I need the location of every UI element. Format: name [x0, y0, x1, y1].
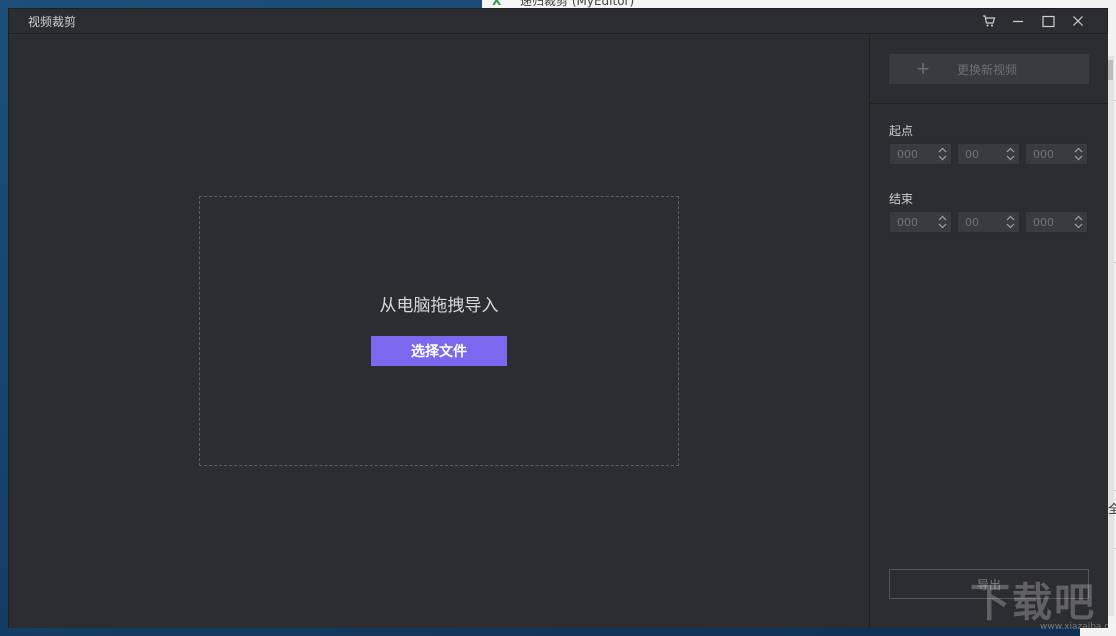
- end-seconds-spinner[interactable]: [1025, 211, 1088, 233]
- background-text-fragment: 全: [1108, 502, 1116, 516]
- minimize-button[interactable]: [1003, 9, 1033, 33]
- close-icon: [1072, 15, 1084, 27]
- start-seconds-spinner[interactable]: [1025, 143, 1088, 165]
- watermark-logo: 下载吧: [970, 580, 1096, 626]
- replace-video-button[interactable]: + 更换新视频: [889, 54, 1089, 84]
- start-hours-spinner[interactable]: [889, 143, 952, 165]
- end-label: 结束: [889, 192, 914, 206]
- background-window-title: 递归裁剪 (MyEditor): [520, 0, 635, 8]
- minimize-icon: [1012, 15, 1024, 27]
- spinner-arrows-icon[interactable]: [938, 215, 947, 229]
- start-minutes-input[interactable]: [958, 144, 1009, 164]
- maximize-icon: [1041, 15, 1055, 28]
- end-seconds-input[interactable]: [1026, 212, 1077, 232]
- file-drop-zone[interactable]: 从电脑拖拽导入 选择文件: [199, 196, 679, 466]
- spinner-arrows-icon[interactable]: [1006, 215, 1015, 229]
- start-seconds-input[interactable]: [1026, 144, 1077, 164]
- select-file-button[interactable]: 选择文件: [371, 336, 507, 366]
- title-bar: 视频裁剪: [9, 9, 1107, 34]
- end-hours-spinner[interactable]: [889, 211, 952, 233]
- preview-area: 从电脑拖拽导入 选择文件: [9, 34, 869, 628]
- end-minutes-input[interactable]: [958, 212, 1009, 232]
- background-app-icon: X: [492, 0, 502, 8]
- spinner-arrows-icon[interactable]: [1074, 215, 1083, 229]
- replace-video-label: 更换新视频: [957, 62, 1018, 77]
- end-minutes-spinner[interactable]: [957, 211, 1020, 233]
- close-button[interactable]: [1063, 9, 1093, 33]
- start-minutes-spinner[interactable]: [957, 143, 1020, 165]
- spinner-arrows-icon[interactable]: [1074, 147, 1083, 161]
- maximize-button[interactable]: [1033, 9, 1063, 33]
- cart-button[interactable]: [974, 9, 1004, 33]
- spinner-arrows-icon[interactable]: [1006, 147, 1015, 161]
- background-window-titlebar: X 递归裁剪 (MyEditor): [482, 0, 1116, 8]
- end-hours-input[interactable]: [890, 212, 941, 232]
- start-label: 起点: [889, 124, 914, 138]
- plus-icon: +: [916, 56, 930, 81]
- window-title: 视频裁剪: [28, 15, 77, 29]
- sidebar-divider: [870, 103, 1108, 104]
- app-window: 视频裁剪 从电脑拖拽导入 选择文件 + 更换新视频 起点 000 00 000 …: [8, 8, 1108, 628]
- settings-sidebar: + 更换新视频 起点 结束 导出: [869, 34, 1108, 628]
- watermark-url: www.xiazaiba.com: [1040, 622, 1116, 632]
- drop-hint: 从电脑拖拽导入: [379, 296, 499, 316]
- spinner-arrows-icon[interactable]: [938, 147, 947, 161]
- cart-icon: [982, 14, 996, 28]
- start-hours-input[interactable]: [890, 144, 941, 164]
